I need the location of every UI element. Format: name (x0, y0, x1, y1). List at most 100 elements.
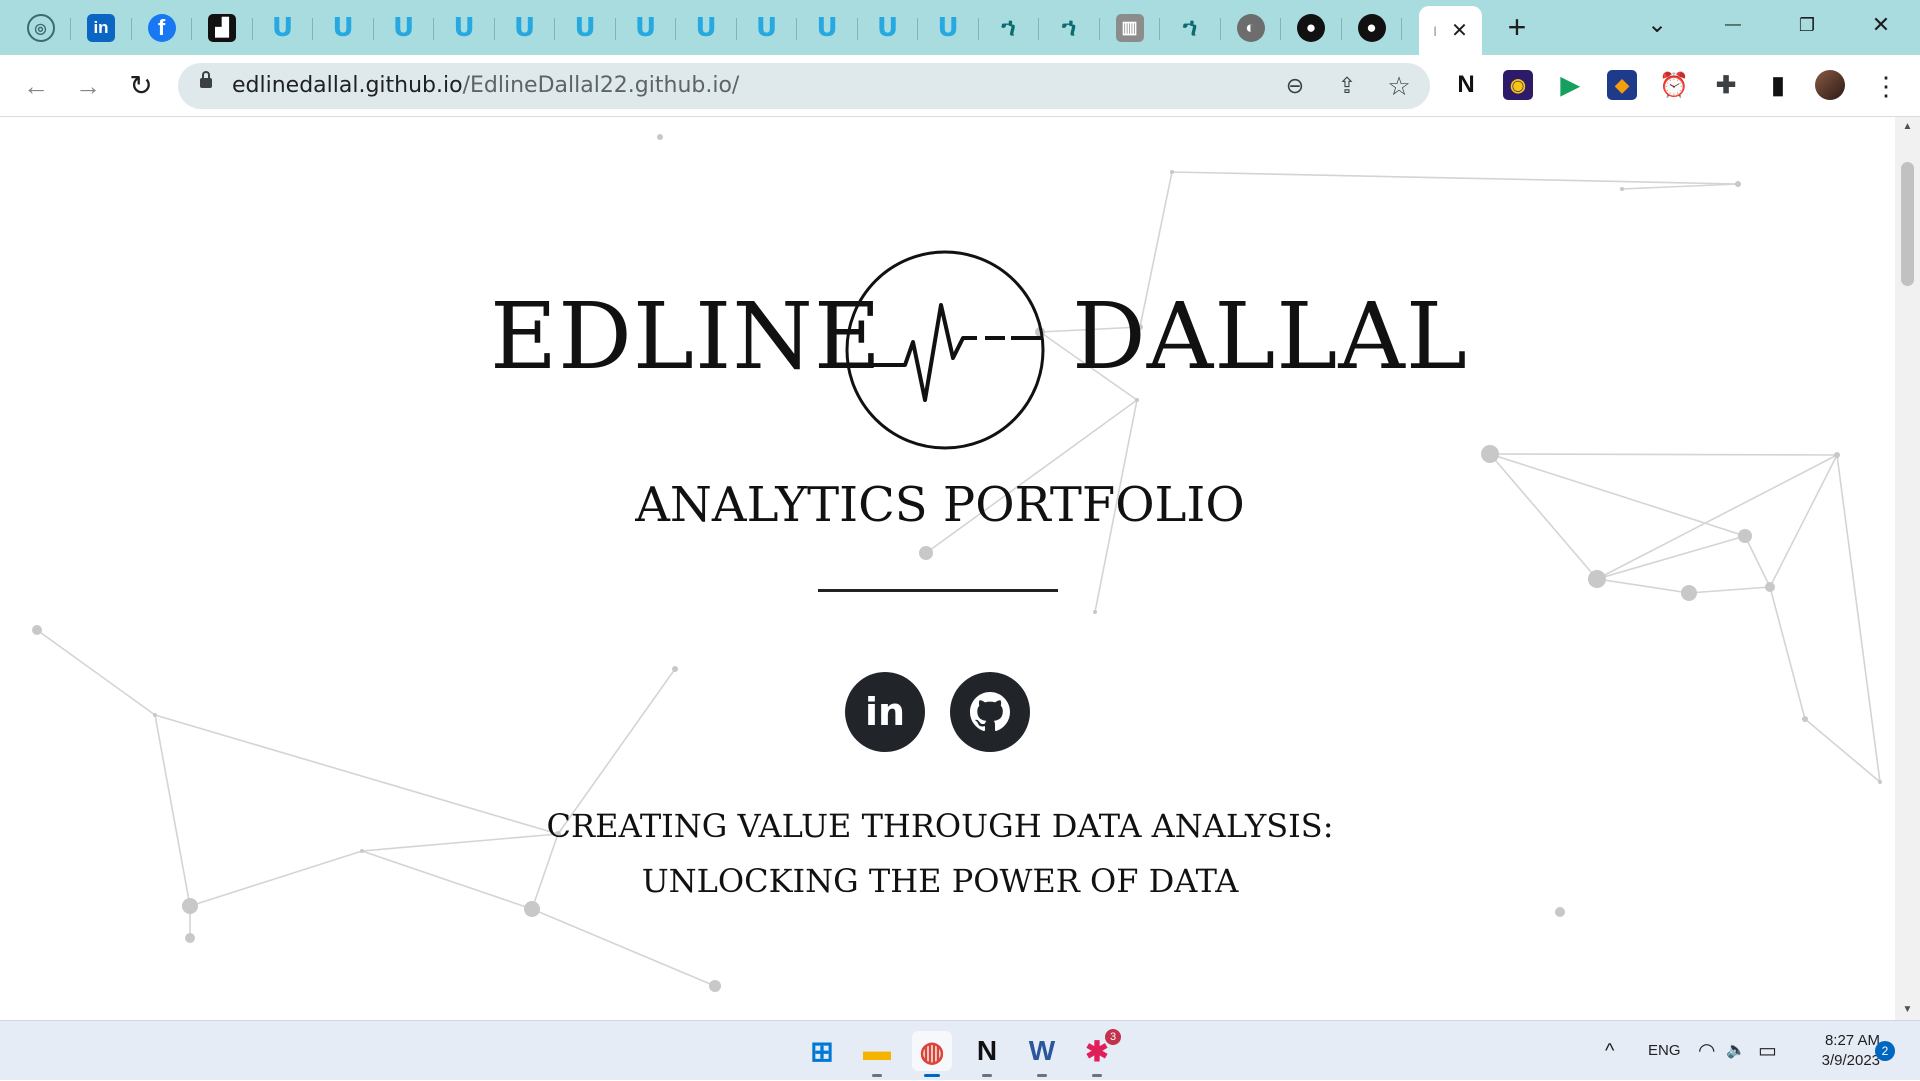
browser-toolbar: ← → ↻ edlinedallal.github.io/EdlineDalla… (0, 55, 1920, 117)
browser-tab[interactable]: U (736, 6, 797, 50)
portfolio-page: EDLINE DALLAL ANALYTICS PORTFOLIO in CRE… (0, 117, 1895, 1020)
udacity-icon: U (755, 13, 778, 43)
udacity-icon: U (876, 13, 899, 43)
bird-icon: ኀ (1182, 14, 1198, 41)
browser-tab[interactable]: ▥ (1099, 6, 1160, 50)
unread-badge: 3 (1105, 1029, 1121, 1045)
tab-active[interactable]: I ✕ (1419, 6, 1482, 55)
send-extension-icon[interactable]: ▶ (1555, 70, 1585, 100)
timer-extension-icon[interactable]: ⏰ (1659, 70, 1689, 100)
url-path: /EdlineDallal22.github.io/ (462, 73, 740, 98)
notion-icon[interactable]: N (967, 1031, 1007, 1077)
browser-tab[interactable]: ኀ (1160, 6, 1221, 50)
file-explorer-icon[interactable]: ▬ (857, 1031, 897, 1077)
chrome-icon[interactable]: ◍ (912, 1031, 952, 1077)
browser-tab[interactable]: in (71, 6, 132, 50)
udacity-icon: U (816, 13, 838, 43)
udacity-icon: U (332, 13, 354, 43)
address-bar[interactable]: edlinedallal.github.io/EdlineDallal22.gi… (178, 63, 1430, 109)
profile-avatar[interactable] (1815, 70, 1845, 100)
github-button[interactable] (950, 672, 1030, 752)
cube-extension-icon[interactable]: ◆ (1607, 70, 1637, 100)
zoom-icon[interactable]: ⊖ (1280, 71, 1310, 101)
lock-icon[interactable] (200, 71, 212, 88)
browser-tab[interactable]: U (797, 6, 858, 50)
network-node (1093, 610, 1097, 614)
browser-tab[interactable]: U (434, 6, 495, 50)
minimize-button[interactable]: — (1698, 0, 1768, 50)
windows-start-icon[interactable]: ⊞ (802, 1031, 842, 1071)
network-node (1170, 170, 1174, 174)
wifi-icon[interactable]: ◠ (1698, 1021, 1715, 1081)
network-node (672, 666, 678, 672)
scroll-up-arrow[interactable]: ▲ (1895, 117, 1920, 137)
network-node (1802, 716, 1808, 722)
browser-tab[interactable]: U (615, 6, 676, 50)
browser-tab[interactable]: ◐ (1220, 6, 1281, 50)
network-node (1681, 585, 1697, 601)
back-button[interactable]: ← (18, 68, 54, 104)
network-node (1834, 452, 1840, 458)
word-icon[interactable]: W (1022, 1031, 1062, 1077)
browser-tab[interactable]: ኀ (978, 6, 1039, 50)
browser-tab[interactable]: U (555, 6, 616, 50)
browser-tab[interactable]: ◎ (10, 6, 71, 50)
browser-tab[interactable]: U (918, 6, 979, 50)
browser-tab[interactable]: ● (1281, 6, 1342, 50)
close-window-button[interactable]: ✕ (1846, 0, 1916, 50)
tagline-line-2: UNLOCKING THE POWER OF DATA (641, 862, 1239, 900)
network-link (36, 629, 156, 716)
scrollbar-thumb[interactable] (1901, 162, 1914, 286)
browser-tab[interactable]: U (373, 6, 434, 50)
page-scrollbar[interactable]: ▲ ▼ (1895, 117, 1920, 1020)
gray-doc-icon: ▥ (1115, 14, 1144, 42)
notion-extension-icon[interactable]: N (1451, 70, 1481, 100)
browser-tab[interactable]: U (313, 6, 374, 50)
linkedin-button[interactable]: in (845, 672, 925, 752)
browser-tab[interactable]: U (676, 6, 737, 50)
battery-icon[interactable]: ▭ (1758, 1021, 1777, 1081)
browser-tab[interactable]: U (494, 6, 555, 50)
language-indicator[interactable]: ENG (1648, 1021, 1681, 1081)
sidepanel-icon[interactable]: ▮ (1763, 70, 1793, 100)
bookmark-star-icon[interactable]: ☆ (1384, 71, 1414, 101)
browser-tab[interactable]: ▟ (192, 6, 253, 50)
slack-icon[interactable]: ✱ 3 (1077, 1029, 1121, 1077)
forward-button[interactable]: → (70, 68, 106, 104)
running-indicator (1092, 1074, 1102, 1077)
notion-glyph: N (976, 1035, 998, 1066)
network-link (1804, 718, 1881, 783)
colorful-extension-icon[interactable]: ◉ (1503, 70, 1533, 100)
browser-tab[interactable]: f (131, 6, 192, 50)
hero-first-name: EDLINE (490, 283, 883, 390)
heartbeat-logo-icon (845, 250, 1045, 450)
network-node (153, 713, 157, 717)
puzzle-extension-icon[interactable]: ✚ (1711, 70, 1741, 100)
share-icon[interactable]: ⇪ (1332, 71, 1362, 101)
browser-tab[interactable]: U (857, 6, 918, 50)
url-text[interactable]: edlinedallal.github.io/EdlineDallal22.gi… (232, 63, 739, 109)
udacity-icon: U (271, 13, 294, 43)
notification-badge[interactable]: 2 (1875, 1041, 1895, 1061)
active-tab-title: I (1433, 22, 1438, 39)
network-link (1489, 453, 1838, 456)
browser-tab[interactable]: ኀ (1039, 6, 1100, 50)
new-tab-button[interactable]: + (1497, 8, 1537, 48)
clock[interactable]: 8:27 AM 3/9/2023 (1790, 1031, 1880, 1071)
browser-tab[interactable]: ● (1341, 6, 1402, 50)
reload-button[interactable]: ↻ (123, 68, 159, 104)
network-node (1588, 570, 1606, 588)
restore-button[interactable]: ❐ (1772, 0, 1842, 50)
tab-search-dropdown-icon[interactable]: ⌄ (1622, 0, 1692, 50)
browser-tab[interactable]: U (252, 6, 313, 50)
volume-icon[interactable]: 🔈 (1726, 1021, 1746, 1081)
bird-icon: ኀ (1061, 14, 1077, 41)
close-tab-icon[interactable]: ✕ (1451, 18, 1468, 43)
network-node (657, 134, 663, 140)
browser-menu-icon[interactable]: ⋮ (1868, 68, 1904, 104)
network-node (1135, 398, 1139, 402)
network-node (1878, 780, 1882, 784)
network-link (1744, 535, 1771, 588)
scroll-down-arrow[interactable]: ▼ (1895, 1000, 1920, 1020)
tray-overflow-chevron[interactable]: ^ (1605, 1021, 1614, 1081)
